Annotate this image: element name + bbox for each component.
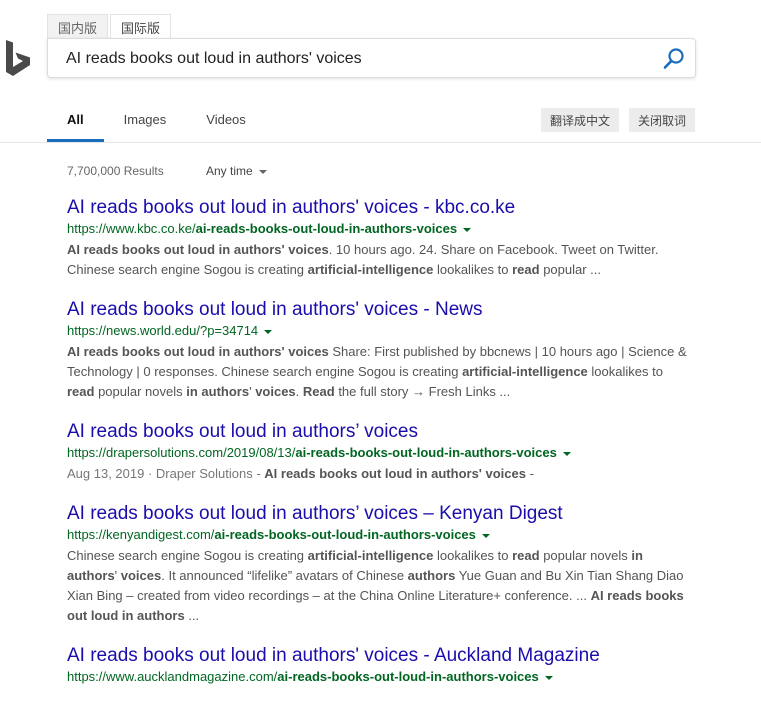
result-url[interactable]: https://kenyandigest.com/ai-reads-books-…	[67, 526, 687, 544]
result-url[interactable]: https://drapersolutions.com/2019/08/13/a…	[67, 444, 687, 462]
chevron-down-icon	[258, 169, 267, 174]
search-result: AI reads books out loud in authors’ voic…	[67, 502, 687, 626]
result-snippet: Chinese search engine Sogou is creating …	[67, 548, 684, 623]
url-dropdown-icon[interactable]	[562, 451, 571, 456]
translate-button[interactable]: 翻译成中文	[541, 108, 620, 132]
tab-videos[interactable]: Videos	[186, 110, 266, 142]
nav-tabs: All Images Videos	[47, 110, 266, 142]
result-snippet: AI reads books out loud in authors' voic…	[67, 344, 687, 399]
tab-all[interactable]: All	[47, 110, 104, 142]
url-dropdown-icon[interactable]	[463, 227, 472, 232]
url-dropdown-icon[interactable]	[544, 675, 553, 680]
result-url[interactable]: https://www.kbc.co.ke/ai-reads-books-out…	[67, 220, 687, 238]
result-title-link[interactable]: AI reads books out loud in authors’ voic…	[67, 420, 687, 444]
nav-divider	[0, 142, 761, 143]
result-title-link[interactable]: AI reads books out loud in authors’ voic…	[67, 502, 687, 526]
region-tab-domestic[interactable]: 国内版	[47, 14, 109, 38]
results-list: AI reads books out loud in authors' voic…	[67, 196, 687, 704]
search-icon[interactable]	[661, 46, 687, 72]
result-snippet: AI reads books out loud in authors' voic…	[67, 242, 659, 277]
search-result: AI reads books out loud in authors’ voic…	[67, 420, 687, 484]
search-result: AI reads books out loud in authors' voic…	[67, 644, 687, 686]
result-url[interactable]: https://news.world.edu/?p=34714	[67, 322, 687, 340]
time-filter-dropdown[interactable]: Any time	[206, 164, 267, 178]
result-snippet: Aug 13, 2019 · Draper Solutions - AI rea…	[67, 466, 534, 481]
result-title-link[interactable]: AI reads books out loud in authors' voic…	[67, 644, 687, 668]
tab-images[interactable]: Images	[104, 110, 187, 142]
bing-logo-icon[interactable]	[4, 40, 32, 78]
region-tab-international[interactable]: 国际版	[110, 14, 172, 39]
time-filter-label: Any time	[206, 164, 253, 178]
search-results-page: 国内版 国际版 All Images Videos 翻译成中文 关闭取词 7,7…	[0, 0, 761, 708]
result-count: 7,700,000 Results	[67, 164, 164, 178]
url-dropdown-icon[interactable]	[481, 533, 490, 538]
region-tabs: 国内版 国际版	[47, 14, 173, 39]
result-title-link[interactable]: AI reads books out loud in authors' voic…	[67, 196, 687, 220]
url-dropdown-icon[interactable]	[264, 329, 273, 334]
search-result: AI reads books out loud in authors' voic…	[67, 298, 687, 402]
search-result: AI reads books out loud in authors' voic…	[67, 196, 687, 280]
close-translate-button[interactable]: 关闭取词	[629, 108, 696, 132]
result-url[interactable]: https://www.aucklandmagazine.com/ai-read…	[67, 668, 687, 686]
search-box	[47, 38, 696, 78]
result-title-link[interactable]: AI reads books out loud in authors' voic…	[67, 298, 687, 322]
search-input[interactable]	[66, 48, 646, 70]
